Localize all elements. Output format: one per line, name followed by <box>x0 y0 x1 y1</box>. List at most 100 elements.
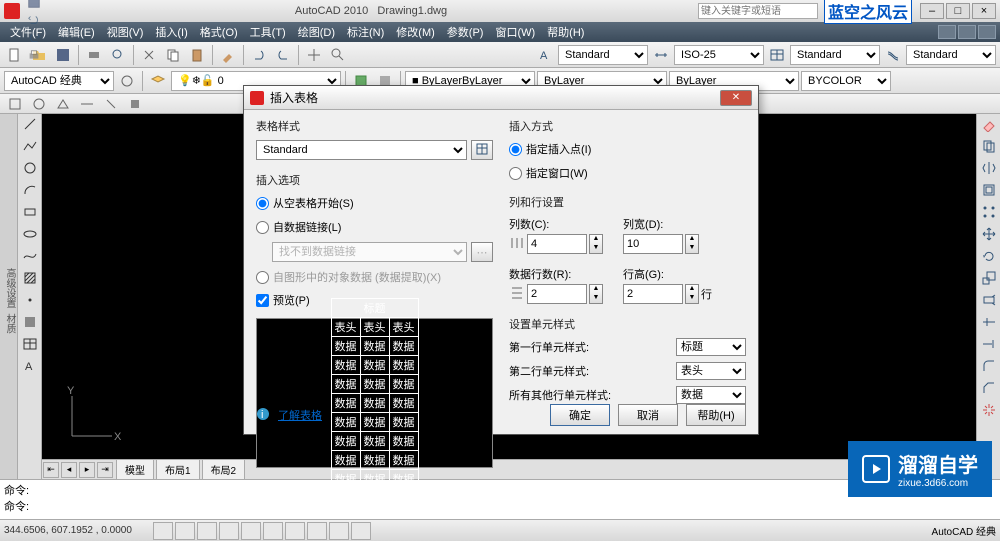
pline-icon[interactable] <box>18 136 41 158</box>
app-logo-icon[interactable] <box>4 3 20 19</box>
mlstyle-icon[interactable] <box>882 44 904 66</box>
v2-icon[interactable] <box>28 93 50 115</box>
opt-point-radio[interactable]: 指定插入点(I) <box>509 140 746 158</box>
chamfer-icon[interactable] <box>977 378 1000 400</box>
mdi-minimize-icon[interactable] <box>938 25 956 39</box>
workspace-combo[interactable]: AutoCAD 经典 <box>4 71 114 91</box>
arc-icon[interactable] <box>18 180 41 202</box>
v5-icon[interactable] <box>100 93 122 115</box>
close-icon[interactable]: × <box>972 3 996 19</box>
opt-link-radio[interactable]: 自数据链接(L) <box>256 218 493 236</box>
maximize-icon[interactable]: □ <box>946 3 970 19</box>
line-icon[interactable] <box>18 114 41 136</box>
region-icon[interactable] <box>18 312 41 334</box>
pan-icon[interactable] <box>303 44 325 66</box>
undo2-icon[interactable] <box>248 44 270 66</box>
table-style-combo[interactable]: Standard <box>790 45 880 65</box>
qp-toggle-icon[interactable] <box>351 522 371 540</box>
zoom-icon[interactable] <box>327 44 349 66</box>
copy-icon[interactable] <box>162 44 184 66</box>
mtext-icon[interactable]: A <box>18 356 41 378</box>
array-icon[interactable] <box>977 202 1000 224</box>
table-icon[interactable] <box>18 334 41 356</box>
help-button[interactable]: 帮助(H) <box>686 404 746 426</box>
hatch-icon[interactable] <box>18 268 41 290</box>
cancel-button[interactable]: 取消 <box>618 404 678 426</box>
matchprop-icon[interactable] <box>217 44 239 66</box>
stretch-icon[interactable] <box>977 290 1000 312</box>
rows-input[interactable] <box>527 284 587 304</box>
tab-layout2[interactable]: 布局2 <box>202 459 246 480</box>
rowh-input[interactable] <box>623 284 683 304</box>
rows-spinner[interactable]: ▲▼ <box>589 284 603 304</box>
table-style-launch-icon[interactable] <box>471 140 493 160</box>
extend-icon[interactable] <box>977 334 1000 356</box>
text-style-combo[interactable]: Standard <box>558 45 648 65</box>
dyn-toggle-icon[interactable] <box>307 522 327 540</box>
colw-input[interactable] <box>623 234 683 254</box>
erase-icon[interactable] <box>977 114 1000 136</box>
layer-props-icon[interactable] <box>147 70 169 92</box>
ok-button[interactable]: 确定 <box>550 404 610 426</box>
copy2-icon[interactable] <box>977 136 1000 158</box>
first-row-select[interactable]: 标题 <box>676 338 746 356</box>
move-icon[interactable] <box>977 224 1000 246</box>
save-button-icon[interactable] <box>52 44 74 66</box>
tablestyle-icon[interactable] <box>766 44 788 66</box>
learn-table-link[interactable]: 了解表格 <box>278 407 322 423</box>
second-row-select[interactable]: 表头 <box>676 362 746 380</box>
save-icon[interactable] <box>25 0 43 11</box>
fillet-icon[interactable] <box>977 356 1000 378</box>
spline-icon[interactable] <box>18 246 41 268</box>
print-icon[interactable] <box>25 47 43 65</box>
rotate-icon[interactable] <box>977 246 1000 268</box>
redo2-icon[interactable] <box>272 44 294 66</box>
workspace-settings-icon[interactable] <box>116 70 138 92</box>
grid-toggle-icon[interactable] <box>175 522 195 540</box>
help-search-input[interactable] <box>698 3 818 19</box>
tab-last-icon[interactable]: ⇥ <box>97 462 113 478</box>
rect-icon[interactable] <box>18 202 41 224</box>
menu-help[interactable]: 帮助(H) <box>541 24 590 40</box>
v1-icon[interactable] <box>4 93 26 115</box>
menu-view[interactable]: 视图(V) <box>101 24 150 40</box>
menu-insert[interactable]: 插入(I) <box>149 24 193 40</box>
v6-icon[interactable] <box>124 93 146 115</box>
v4-icon[interactable] <box>76 93 98 115</box>
opt-empty-radio[interactable]: 从空表格开始(S) <box>256 194 493 212</box>
menu-window[interactable]: 窗口(W) <box>489 24 541 40</box>
new-button-icon[interactable] <box>4 44 26 66</box>
menu-parametric[interactable]: 参数(P) <box>441 24 490 40</box>
offset-icon[interactable] <box>977 180 1000 202</box>
point-icon[interactable] <box>18 290 41 312</box>
lwt-toggle-icon[interactable] <box>329 522 349 540</box>
redo-icon[interactable] <box>25 29 43 47</box>
snap-toggle-icon[interactable] <box>153 522 173 540</box>
menu-format[interactable]: 格式(O) <box>194 24 244 40</box>
mdi-close-icon[interactable] <box>978 25 996 39</box>
plotstyle-combo[interactable]: BYCOLOR <box>801 71 891 91</box>
status-workspace[interactable]: AutoCAD 经典 <box>932 523 996 538</box>
dimstyle-icon[interactable] <box>650 44 672 66</box>
cut-icon[interactable] <box>138 44 160 66</box>
advanced-settings-tab[interactable]: 高级设置 材质 <box>0 114 18 479</box>
menu-modify[interactable]: 修改(M) <box>390 24 441 40</box>
table-style-select[interactable]: Standard <box>256 140 467 160</box>
opt-window-radio[interactable]: 指定窗口(W) <box>509 164 746 182</box>
tab-first-icon[interactable]: ⇤ <box>43 462 59 478</box>
other-row-select[interactable]: 数据 <box>676 386 746 404</box>
plot-icon[interactable] <box>83 44 105 66</box>
opt-extract-radio[interactable]: 自图形中的对象数据 (数据提取)(X) <box>256 268 493 286</box>
ml-style-combo[interactable]: Standard <box>906 45 996 65</box>
preview-icon[interactable] <box>107 44 129 66</box>
dialog-titlebar[interactable]: 插入表格 ✕ <box>244 86 758 110</box>
minimize-icon[interactable]: – <box>920 3 944 19</box>
colw-spinner[interactable]: ▲▼ <box>685 234 699 254</box>
paste-icon[interactable] <box>186 44 208 66</box>
tab-layout1[interactable]: 布局1 <box>156 459 200 480</box>
otrack-toggle-icon[interactable] <box>263 522 283 540</box>
tab-prev-icon[interactable]: ◂ <box>61 462 77 478</box>
cols-input[interactable] <box>527 234 587 254</box>
menu-dimension[interactable]: 标注(N) <box>341 24 390 40</box>
undo-icon[interactable] <box>25 11 43 29</box>
